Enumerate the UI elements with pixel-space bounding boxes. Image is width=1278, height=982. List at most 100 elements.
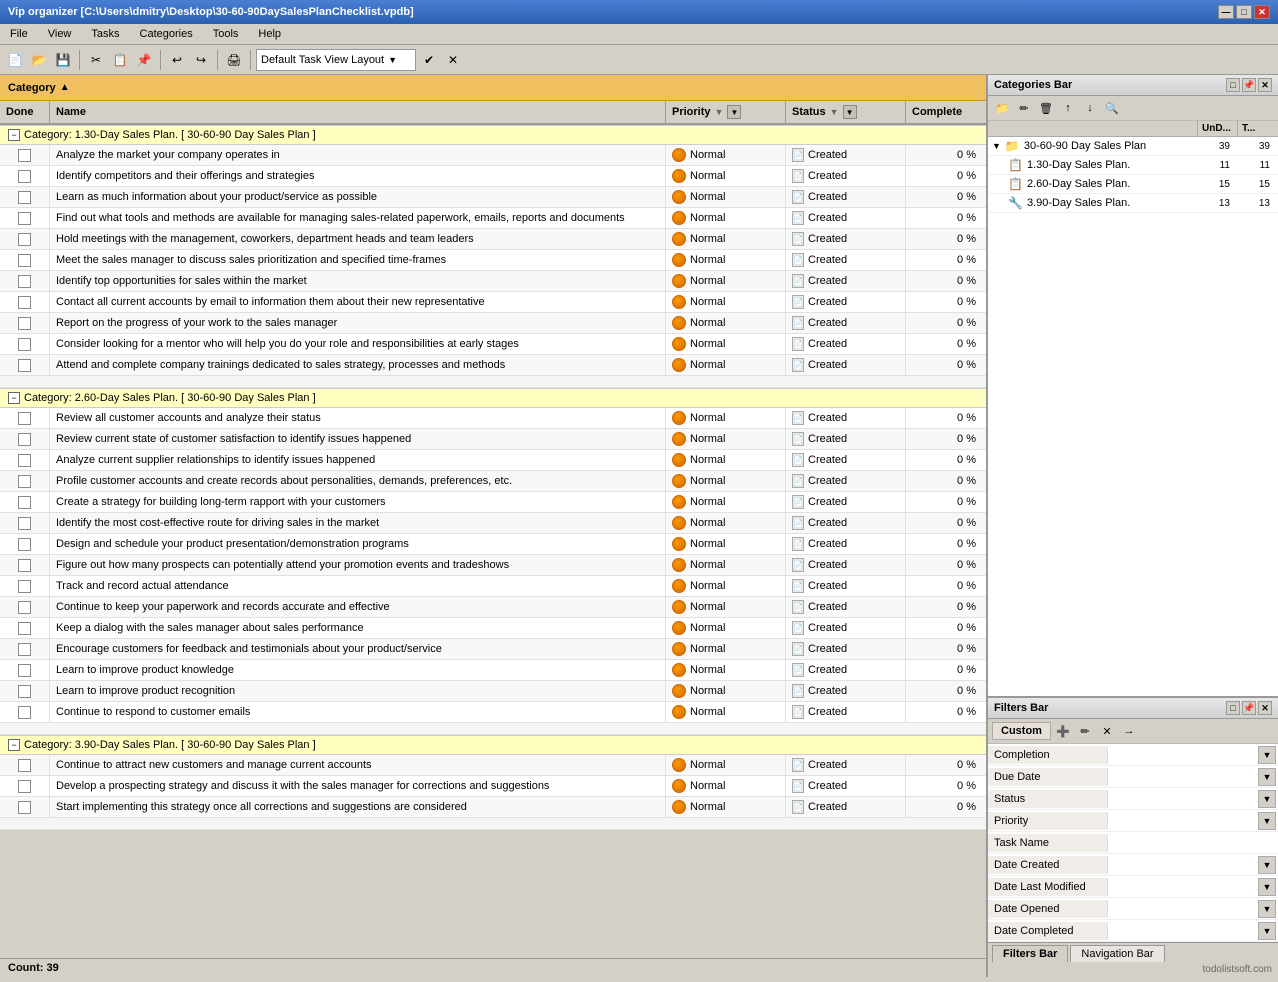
menu-tools[interactable]: Tools: [207, 26, 245, 42]
done-checkbox[interactable]: [18, 433, 31, 446]
cat-child-item[interactable]: 📋 2.60-Day Sales Plan. 15 15: [988, 175, 1278, 194]
toolbar-copy[interactable]: 📋: [109, 49, 131, 71]
filter-add[interactable]: ➕: [1053, 722, 1073, 740]
maximize-button[interactable]: □: [1236, 5, 1252, 19]
filters-bar-close[interactable]: ✕: [1258, 701, 1272, 715]
done-checkbox[interactable]: [18, 580, 31, 593]
collapse-btn-2[interactable]: −: [8, 739, 20, 751]
table-row[interactable]: Meet the sales manager to discuss sales …: [0, 250, 986, 271]
done-checkbox[interactable]: [18, 601, 31, 614]
filter-delete[interactable]: ✕: [1097, 722, 1117, 740]
toolbar-save[interactable]: 💾: [52, 49, 74, 71]
table-body[interactable]: −Category: 1.30-Day Sales Plan. [ 30-60-…: [0, 125, 986, 958]
done-checkbox[interactable]: [18, 191, 31, 204]
done-checkbox[interactable]: [18, 149, 31, 162]
done-checkbox[interactable]: [18, 412, 31, 425]
menu-view[interactable]: View: [42, 26, 78, 42]
group-header-0[interactable]: −Category: 1.30-Day Sales Plan. [ 30-60-…: [0, 125, 986, 145]
group-header-1[interactable]: −Category: 2.60-Day Sales Plan. [ 30-60-…: [0, 388, 986, 408]
table-row[interactable]: Hold meetings with the management, cowor…: [0, 229, 986, 250]
table-row[interactable]: Identify competitors and their offerings…: [0, 166, 986, 187]
table-row[interactable]: Learn to improve product knowledge Norma…: [0, 660, 986, 681]
table-row[interactable]: Analyze the market your company operates…: [0, 145, 986, 166]
done-checkbox[interactable]: [18, 170, 31, 183]
filter-dropdown-btn-8[interactable]: ▼: [1258, 922, 1276, 940]
filters-bar-pin[interactable]: 📌: [1242, 701, 1256, 715]
done-checkbox[interactable]: [18, 254, 31, 267]
done-checkbox[interactable]: [18, 212, 31, 225]
menu-file[interactable]: File: [4, 26, 34, 42]
filter-dropdown-btn-5[interactable]: ▼: [1258, 856, 1276, 874]
done-checkbox[interactable]: [18, 759, 31, 772]
cat-child-item[interactable]: 📋 1.30-Day Sales Plan. 11 11: [988, 156, 1278, 175]
cat-child-item[interactable]: 🔧 3.90-Day Sales Plan. 13 13: [988, 194, 1278, 213]
header-priority[interactable]: Priority ▼ ▼: [666, 101, 786, 123]
table-row[interactable]: Find out what tools and methods are avai…: [0, 208, 986, 229]
cat-bar-restore[interactable]: □: [1226, 78, 1240, 92]
cat-filter[interactable]: 🔍: [1102, 99, 1122, 117]
filter-name-custom[interactable]: Custom: [992, 722, 1051, 740]
menu-help[interactable]: Help: [252, 26, 287, 42]
table-row[interactable]: Identify the most cost-effective route f…: [0, 513, 986, 534]
table-row[interactable]: Figure out how many prospects can potent…: [0, 555, 986, 576]
toolbar-redo[interactable]: ↪: [190, 49, 212, 71]
done-checkbox[interactable]: [18, 496, 31, 509]
filter-dropdown-btn-3[interactable]: ▼: [1258, 812, 1276, 830]
table-row[interactable]: Design and schedule your product present…: [0, 534, 986, 555]
done-checkbox[interactable]: [18, 338, 31, 351]
table-row[interactable]: Continue to respond to customer emails N…: [0, 702, 986, 723]
done-checkbox[interactable]: [18, 317, 31, 330]
done-checkbox[interactable]: [18, 233, 31, 246]
cat-down[interactable]: ↓: [1080, 99, 1100, 117]
minimize-button[interactable]: —: [1218, 5, 1234, 19]
done-checkbox[interactable]: [18, 643, 31, 656]
table-row[interactable]: Create a strategy for building long-term…: [0, 492, 986, 513]
close-button[interactable]: ✕: [1254, 5, 1270, 19]
table-row[interactable]: Analyze current supplier relationships t…: [0, 450, 986, 471]
header-name[interactable]: Name: [50, 101, 666, 123]
done-checkbox[interactable]: [18, 359, 31, 372]
toolbar-paste[interactable]: 📌: [133, 49, 155, 71]
collapse-btn-1[interactable]: −: [8, 392, 20, 404]
table-row[interactable]: Review all customer accounts and analyze…: [0, 408, 986, 429]
toolbar-layout-apply[interactable]: ✔: [418, 49, 440, 71]
table-row[interactable]: Review current state of customer satisfa…: [0, 429, 986, 450]
done-checkbox[interactable]: [18, 801, 31, 814]
cat-edit[interactable]: ✏: [1014, 99, 1034, 117]
collapse-btn-0[interactable]: −: [8, 129, 20, 141]
done-checkbox[interactable]: [18, 780, 31, 793]
cat-delete[interactable]: 🗑: [1036, 99, 1056, 117]
toolbar-open[interactable]: 📂: [28, 49, 50, 71]
table-row[interactable]: Identify top opportunities for sales wit…: [0, 271, 986, 292]
table-row[interactable]: Continue to keep your paperwork and reco…: [0, 597, 986, 618]
done-checkbox[interactable]: [18, 454, 31, 467]
cat-up[interactable]: ↑: [1058, 99, 1078, 117]
group-header-2[interactable]: −Category: 3.90-Day Sales Plan. [ 30-60-…: [0, 735, 986, 755]
table-row[interactable]: Consider looking for a mentor who will h…: [0, 334, 986, 355]
filter-dropdown-btn-0[interactable]: ▼: [1258, 746, 1276, 764]
cat-add[interactable]: 📁: [992, 99, 1012, 117]
priority-filter-btn[interactable]: ▼: [727, 105, 741, 119]
toolbar-layout-cancel[interactable]: ✕: [442, 49, 464, 71]
done-checkbox[interactable]: [18, 296, 31, 309]
toolbar-new[interactable]: 📄: [4, 49, 26, 71]
filter-dropdown-btn-6[interactable]: ▼: [1258, 878, 1276, 896]
filter-dropdown-btn-1[interactable]: ▼: [1258, 768, 1276, 786]
table-row[interactable]: Develop a prospecting strategy and discu…: [0, 776, 986, 797]
filter-edit[interactable]: ✏: [1075, 722, 1095, 740]
toolbar-print[interactable]: 🖨: [223, 49, 245, 71]
header-done[interactable]: Done: [0, 101, 50, 123]
menu-tasks[interactable]: Tasks: [85, 26, 125, 42]
filter-dropdown-btn-7[interactable]: ▼: [1258, 900, 1276, 918]
table-row[interactable]: Profile customer accounts and create rec…: [0, 471, 986, 492]
table-row[interactable]: Attend and complete company trainings de…: [0, 355, 986, 376]
cat-bar-close[interactable]: ✕: [1258, 78, 1272, 92]
status-filter-btn[interactable]: ▼: [843, 105, 857, 119]
header-complete[interactable]: Complete: [906, 101, 986, 123]
header-status[interactable]: Status ▼ ▼: [786, 101, 906, 123]
done-checkbox[interactable]: [18, 517, 31, 530]
toolbar-cut[interactable]: ✂: [85, 49, 107, 71]
cat-expand[interactable]: ▼: [992, 141, 1001, 151]
done-checkbox[interactable]: [18, 664, 31, 677]
filter-move[interactable]: →: [1119, 722, 1139, 740]
